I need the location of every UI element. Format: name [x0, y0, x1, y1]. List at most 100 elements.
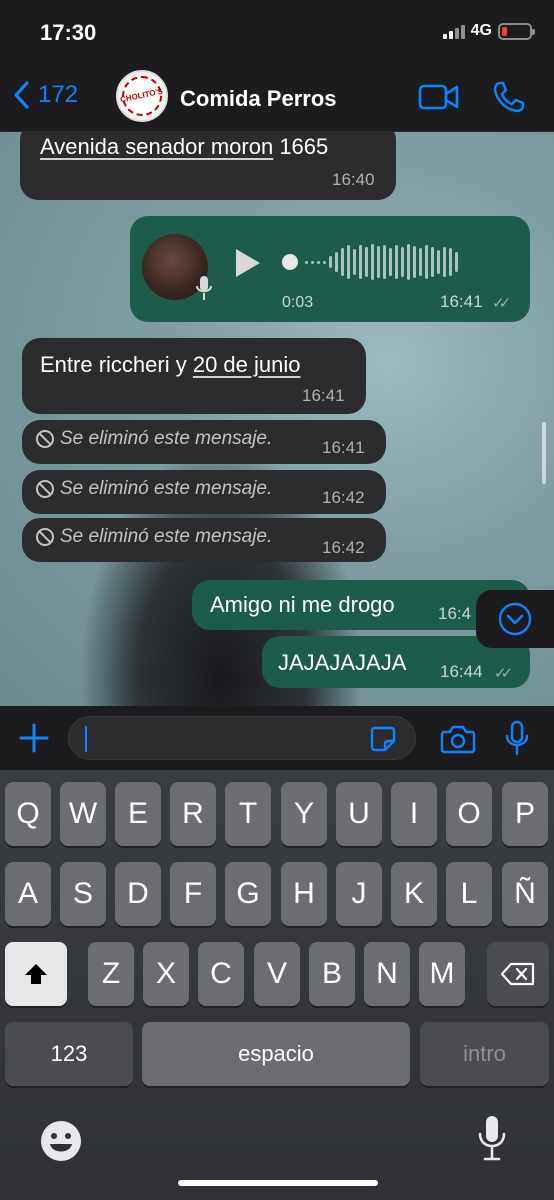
- message-input[interactable]: [68, 716, 416, 760]
- phone-icon: [493, 81, 525, 113]
- microphone-icon: [478, 1116, 506, 1161]
- chat-area[interactable]: Avenida senador moron 1665 16:40 0:03 16…: [0, 132, 554, 706]
- scrollbar[interactable]: [542, 422, 546, 484]
- message-text: Avenida senador moron 1665: [40, 134, 329, 159]
- signal-icon: [442, 23, 465, 39]
- message-composer: [0, 706, 554, 770]
- key-g[interactable]: G: [225, 862, 271, 926]
- dictation-button[interactable]: [476, 1114, 508, 1167]
- playback-scrubber[interactable]: [282, 254, 298, 270]
- prohibited-icon: [36, 480, 54, 498]
- key-e[interactable]: E: [115, 782, 161, 846]
- key-l[interactable]: L: [446, 862, 492, 926]
- prohibited-icon: [36, 430, 54, 448]
- backspace-icon: [500, 962, 535, 986]
- key-v[interactable]: V: [254, 942, 300, 1006]
- key-a[interactable]: A: [5, 862, 51, 926]
- key-q[interactable]: Q: [5, 782, 51, 846]
- deleted-message: Se eliminó este mensaje.: [36, 526, 272, 548]
- key-w[interactable]: W: [60, 782, 106, 846]
- deleted-message-bubble[interactable]: Se eliminó este mensaje. 16:42: [22, 470, 386, 514]
- message-time: 16:44: [440, 662, 483, 681]
- deleted-message-bubble[interactable]: Se eliminó este mensaje. 16:42: [22, 518, 386, 562]
- message-text: Amigo ni me drogo: [210, 592, 395, 617]
- message-time: 16:40: [332, 170, 375, 189]
- plus-icon: [19, 723, 49, 753]
- message-bubble[interactable]: Entre riccheri y 20 de junio 16:41: [22, 338, 366, 414]
- key-t[interactable]: T: [225, 782, 271, 846]
- key-z[interactable]: Z: [88, 942, 134, 1006]
- key-i[interactable]: I: [391, 782, 437, 846]
- key-d[interactable]: D: [115, 862, 161, 926]
- chevron-down-icon: [498, 602, 532, 636]
- attach-button[interactable]: [18, 722, 50, 759]
- status-indicators: 4G: [442, 22, 535, 40]
- message-time: 16:42: [322, 538, 365, 557]
- audio-waveform[interactable]: [282, 242, 458, 282]
- sticker-button[interactable]: [369, 725, 397, 758]
- video-icon: [418, 84, 459, 110]
- key-enye[interactable]: Ñ: [502, 862, 548, 926]
- message-time: 16:4: [438, 604, 472, 623]
- key-k[interactable]: K: [391, 862, 437, 926]
- microphone-icon: [505, 720, 529, 756]
- key-r[interactable]: R: [170, 782, 216, 846]
- camera-button[interactable]: [440, 724, 476, 759]
- contact-name[interactable]: Comida Perros: [180, 86, 337, 112]
- key-j[interactable]: J: [336, 862, 382, 926]
- key-p[interactable]: P: [502, 782, 548, 846]
- emoji-button[interactable]: [40, 1120, 82, 1162]
- read-receipt-icon: ✓✓: [492, 295, 511, 312]
- key-n[interactable]: N: [364, 942, 410, 1006]
- key-u[interactable]: U: [336, 782, 382, 846]
- backspace-key[interactable]: [487, 942, 549, 1006]
- battery-icon: [498, 22, 535, 40]
- network-type: 4G: [470, 22, 492, 39]
- shift-key[interactable]: [5, 942, 67, 1006]
- avatar-logo-text: CHOLITO'S: [119, 86, 164, 105]
- voice-record-button[interactable]: [504, 720, 530, 761]
- contact-avatar[interactable]: CHOLITO'S: [116, 70, 168, 122]
- home-indicator[interactable]: [178, 1180, 378, 1186]
- voice-duration: 0:03: [282, 294, 314, 311]
- prohibited-icon: [36, 528, 54, 546]
- scroll-to-bottom-button[interactable]: [476, 590, 554, 648]
- key-y[interactable]: Y: [281, 782, 327, 846]
- deleted-message: Se eliminó este mensaje.: [36, 428, 272, 450]
- chevron-left-icon: [14, 81, 29, 109]
- status-time: 17:30: [40, 20, 97, 45]
- sticker-icon: [370, 726, 396, 752]
- message-text: Entre riccheri y 20 de junio: [40, 352, 301, 377]
- play-icon[interactable]: [236, 249, 260, 277]
- return-key[interactable]: intro: [420, 1022, 549, 1086]
- voice-message-bubble[interactable]: 0:03 16:41 ✓✓: [130, 216, 530, 322]
- microphone-icon: [196, 276, 212, 300]
- keyboard: Q W E R T Y U I O P A S D F G H J K L Ñ …: [0, 770, 554, 1200]
- unread-count: 172: [38, 81, 79, 108]
- text-cursor: [85, 726, 87, 752]
- numbers-key[interactable]: 123: [5, 1022, 133, 1086]
- message-time: 16:41: [302, 386, 345, 405]
- key-f[interactable]: F: [170, 862, 216, 926]
- key-m[interactable]: M: [419, 942, 465, 1006]
- message-bubble[interactable]: Avenida senador moron 1665 16:40: [20, 132, 396, 200]
- chat-header: 172 CHOLITO'S Comida Perros: [0, 64, 554, 132]
- back-button[interactable]: 172: [12, 80, 78, 110]
- voice-call-button[interactable]: [492, 80, 526, 119]
- status-bar: 17:30 4G: [0, 0, 554, 64]
- message-time: 16:42: [322, 488, 365, 507]
- key-x[interactable]: X: [143, 942, 189, 1006]
- key-b[interactable]: B: [309, 942, 355, 1006]
- space-key[interactable]: espacio: [142, 1022, 410, 1086]
- key-s[interactable]: S: [60, 862, 106, 926]
- video-call-button[interactable]: [418, 82, 460, 117]
- deleted-message: Se eliminó este mensaje.: [36, 478, 272, 500]
- message-time: 16:41: [440, 292, 483, 311]
- key-o[interactable]: O: [446, 782, 492, 846]
- key-h[interactable]: H: [281, 862, 327, 926]
- key-c[interactable]: C: [198, 942, 244, 1006]
- message-time: 16:41: [322, 438, 365, 457]
- deleted-message-bubble[interactable]: Se eliminó este mensaje. 16:41: [22, 420, 386, 464]
- emoji-icon: [41, 1121, 81, 1161]
- message-text: JAJAJAJAJA: [278, 650, 407, 675]
